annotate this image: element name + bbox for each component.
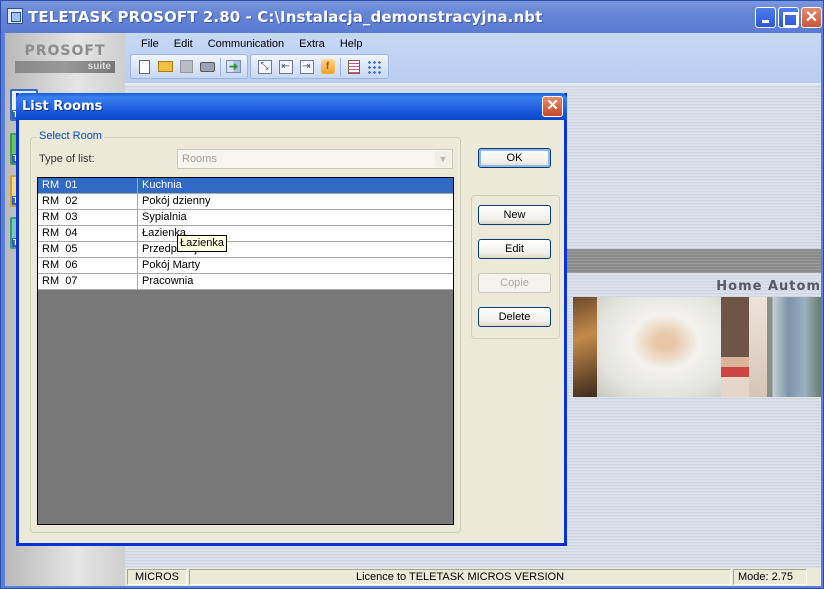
room-code: RM 01 bbox=[38, 178, 138, 193]
menu-bar: File Edit Communication Extra Help bbox=[135, 36, 371, 52]
open-icon bbox=[158, 61, 173, 72]
save-button[interactable] bbox=[177, 57, 196, 76]
minimize-button[interactable] bbox=[755, 7, 776, 28]
tooltip: Łazienka bbox=[177, 235, 228, 252]
room-name: Pokój dzienny bbox=[142, 195, 211, 207]
logo-subtext: suite bbox=[15, 61, 115, 73]
room-row[interactable]: RM 02 Pokój dzienny bbox=[38, 194, 453, 210]
room-name: Pokój Marty bbox=[142, 259, 201, 271]
edit-button[interactable]: Edit bbox=[478, 239, 551, 259]
toolbar-group-tools: ⤡ ⇤ ⇥ f bbox=[250, 54, 389, 79]
room-row[interactable]: RM 03 Sypialnia bbox=[38, 210, 453, 226]
menu-file[interactable]: File bbox=[135, 36, 168, 52]
menu-edit[interactable]: Edit bbox=[168, 36, 202, 52]
list-edit-icon bbox=[347, 59, 360, 74]
status-version: MICROS bbox=[127, 569, 187, 585]
room-row[interactable]: RM 06 Pokój Marty bbox=[38, 258, 453, 274]
banner-photo bbox=[573, 297, 821, 397]
close-button[interactable]: ✕ bbox=[801, 7, 822, 28]
room-row[interactable]: RM 01 Kuchnia bbox=[38, 178, 453, 194]
room-code: RM 07 bbox=[38, 274, 138, 289]
title-bar: TELETASK PROSOFT 2.80 - C:\Instalacja_de… bbox=[1, 1, 823, 33]
select-room-group: Select Room Type of list: Rooms ▼ RM 01 K… bbox=[30, 130, 461, 533]
prosoft-logo: PROSOFT suite bbox=[15, 43, 115, 73]
tree-button[interactable] bbox=[365, 57, 384, 76]
new-button[interactable] bbox=[135, 57, 154, 76]
room-list[interactable]: RM 01 Kuchnia RM 02 Pokój dzienny RM 03 Sypia… bbox=[37, 177, 454, 525]
room-code: RM 03 bbox=[38, 210, 138, 225]
new-icon bbox=[139, 59, 150, 74]
room-name: Sypialnia bbox=[142, 211, 187, 223]
dialog-close-button[interactable]: ✕ bbox=[542, 96, 563, 117]
room-row[interactable]: RM 07 Pracownia bbox=[38, 274, 453, 290]
tree-icon bbox=[367, 59, 382, 74]
delete-button[interactable]: Delete bbox=[478, 307, 551, 327]
room-name: Kuchnia bbox=[142, 179, 182, 191]
status-licence: Licence to TELETASK MICROS VERSION bbox=[189, 569, 731, 585]
banner-title: Home Autom bbox=[716, 279, 821, 294]
fit-button[interactable]: ⤡ bbox=[255, 57, 274, 76]
open-button[interactable] bbox=[156, 57, 175, 76]
resize-grip[interactable] bbox=[809, 569, 819, 585]
group-label: Select Room bbox=[37, 130, 104, 142]
toolbar-group-file: ➜ bbox=[130, 54, 248, 79]
save-icon bbox=[180, 60, 193, 73]
transfer-button[interactable]: ➜ bbox=[224, 57, 243, 76]
ok-button[interactable]: OK bbox=[478, 148, 551, 168]
room-code: RM 05 bbox=[38, 242, 138, 257]
room-row[interactable]: RM 05 Przedpokój bbox=[38, 242, 453, 258]
dialog-title-bar: List Rooms ✕ bbox=[16, 93, 567, 120]
menu-help[interactable]: Help bbox=[334, 36, 372, 52]
window-title: TELETASK PROSOFT 2.80 - C:\Instalacja_de… bbox=[28, 8, 543, 26]
toolbar-separator bbox=[220, 57, 221, 76]
type-of-list-label: Type of list: bbox=[39, 153, 95, 165]
chevron-down-icon[interactable]: ▼ bbox=[435, 151, 451, 167]
maximize-button[interactable] bbox=[778, 7, 799, 28]
menu-area: File Edit Communication Extra Help ➜ ⤡ ⇤ bbox=[125, 33, 821, 83]
toolbar: ➜ ⤡ ⇤ ⇥ f bbox=[130, 54, 391, 79]
export-icon: ⇥ bbox=[299, 59, 314, 74]
print-icon bbox=[200, 61, 215, 72]
dialog-title: List Rooms bbox=[22, 99, 103, 114]
type-select-value: Rooms bbox=[182, 153, 217, 165]
photo-tree bbox=[573, 297, 597, 397]
fit-icon: ⤡ bbox=[257, 59, 272, 74]
function-icon: f bbox=[320, 59, 335, 74]
export-button[interactable]: ⇥ bbox=[297, 57, 316, 76]
list-rooms-dialog: List Rooms ✕ Select Room Type of list: R… bbox=[16, 93, 567, 546]
photo-interior bbox=[721, 297, 749, 397]
menu-communication[interactable]: Communication bbox=[202, 36, 293, 52]
list-edit-button[interactable] bbox=[344, 57, 363, 76]
room-row[interactable]: RM 04 Łazienka bbox=[38, 226, 453, 242]
photo-house bbox=[767, 297, 821, 397]
new-button[interactable]: New bbox=[478, 205, 551, 225]
status-mode: Mode: 2.75 bbox=[733, 569, 807, 585]
import-button[interactable]: ⇤ bbox=[276, 57, 295, 76]
menu-extra[interactable]: Extra bbox=[293, 36, 334, 52]
status-bar: MICROS Licence to TELETASK MICROS VERSIO… bbox=[125, 568, 821, 586]
banner-strip bbox=[563, 249, 821, 273]
type-of-list-select[interactable]: Rooms ▼ bbox=[177, 149, 453, 169]
room-code: RM 02 bbox=[38, 194, 138, 209]
copie-button: Copie bbox=[478, 273, 551, 293]
logo-text: PROSOFT bbox=[24, 43, 106, 59]
toolbar-separator bbox=[340, 57, 341, 76]
app-icon[interactable] bbox=[7, 8, 23, 24]
room-code: RM 04 bbox=[38, 226, 138, 241]
print-button[interactable] bbox=[198, 57, 217, 76]
transfer-icon: ➜ bbox=[226, 60, 241, 73]
photo-family bbox=[597, 297, 721, 397]
photo-wall bbox=[749, 297, 767, 397]
room-code: RM 06 bbox=[38, 258, 138, 273]
room-name: Pracownia bbox=[142, 275, 194, 287]
function-button[interactable]: f bbox=[318, 57, 337, 76]
import-icon: ⇤ bbox=[278, 59, 293, 74]
